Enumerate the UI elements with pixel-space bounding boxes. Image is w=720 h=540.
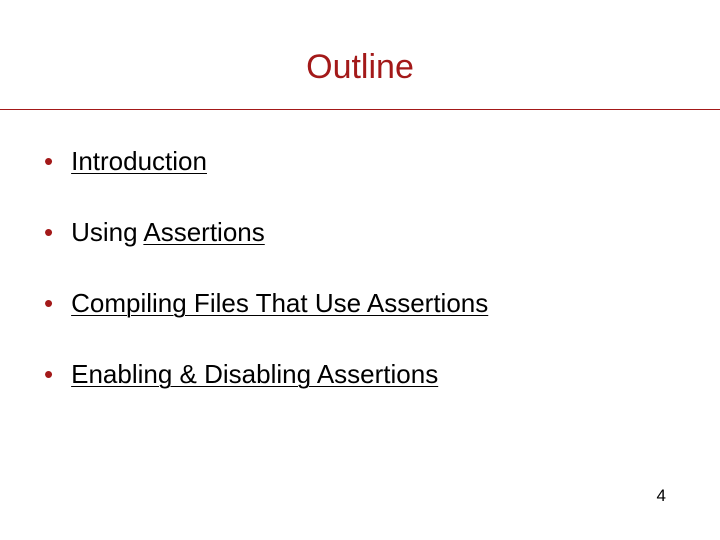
outline-link[interactable]: Compiling Files That Use Assertions [71,288,488,318]
outline-item-text: Introduction [71,146,207,177]
bullet-icon: • [44,219,53,245]
slide: Outline • Introduction • Using Assertions • C… [0,0,720,540]
bullet-icon: • [44,290,53,316]
outline-item: • Enabling & Disabling Assertions [44,359,676,390]
bullet-icon: • [44,148,53,174]
outline-item-text: Using Assertions [71,217,265,248]
outline-list: • Introduction • Using Assertions • Compiling… [0,110,720,390]
outline-link[interactable]: Introduction [71,146,207,176]
outline-item-text: Compiling Files That Use Assertions [71,288,488,319]
outline-link[interactable]: Enabling & Disabling Assertions [71,359,438,389]
outline-item: • Using Assertions [44,217,676,248]
outline-link[interactable]: Assertions [143,217,264,247]
outline-item: • Introduction [44,146,676,177]
slide-title: Outline [0,0,720,109]
outline-text: Using [71,217,143,247]
bullet-icon: • [44,361,53,387]
page-number: 4 [657,486,666,506]
outline-item: • Compiling Files That Use Assertions [44,288,676,319]
outline-item-text: Enabling & Disabling Assertions [71,359,438,390]
